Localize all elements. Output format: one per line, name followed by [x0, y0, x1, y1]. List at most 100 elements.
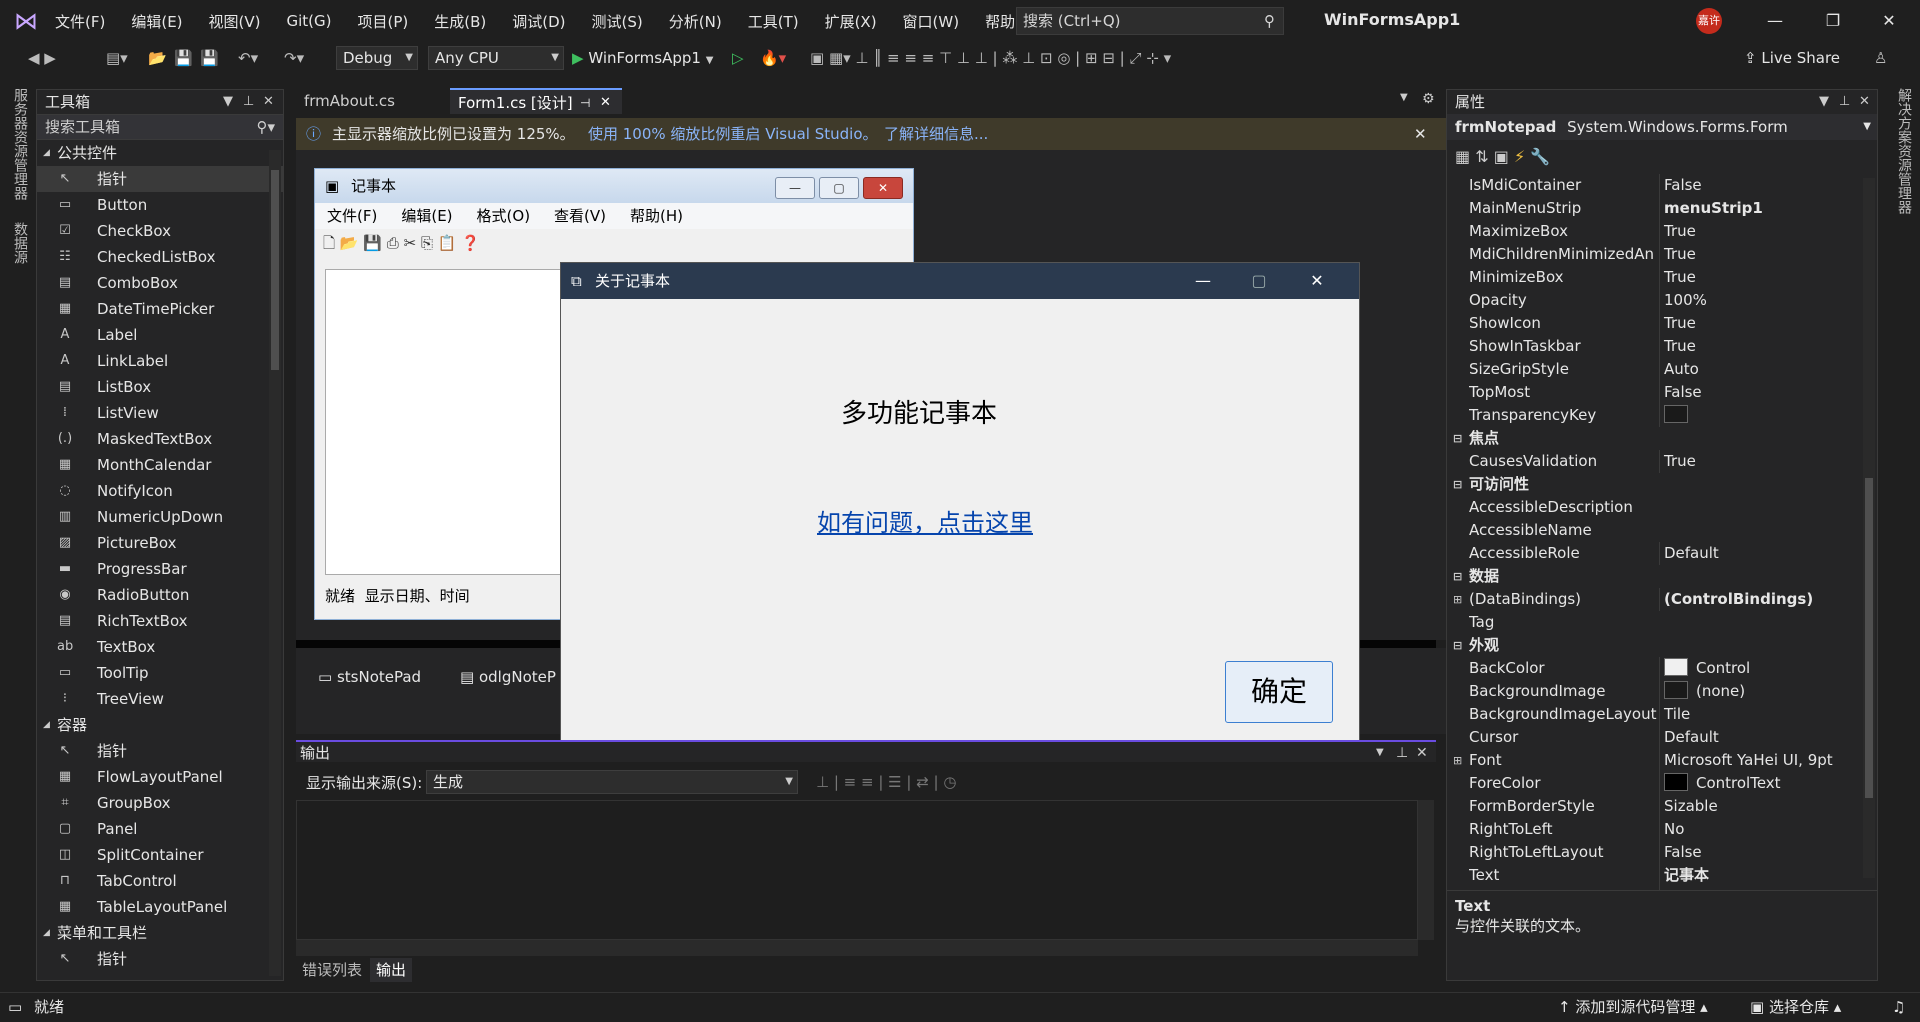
menu-item[interactable]: 测试(S) — [579, 11, 656, 32]
toolbox-item[interactable]: ☑ CheckBox — [37, 218, 283, 244]
close-icon[interactable]: ✕ — [1859, 90, 1870, 114]
toolbox-item[interactable]: ▭ ToolTip — [37, 660, 283, 686]
properties-scrollbar[interactable] — [1863, 178, 1875, 878]
property-row[interactable]: SizeGripStyle Auto — [1447, 358, 1877, 381]
property-row[interactable]: ShowInTaskbar True — [1447, 335, 1877, 358]
new-project-icon[interactable]: ▤▾ — [106, 46, 128, 70]
open-icon[interactable]: 📂 — [148, 46, 167, 70]
toolbox-item[interactable]: ▬ ProgressBar — [37, 556, 283, 582]
toolbox-item[interactable]: ⁝ TreeView — [37, 686, 283, 712]
redo-icon[interactable]: ↷▾ — [284, 46, 304, 70]
property-value[interactable]: 100% — [1659, 289, 1860, 312]
pin-icon[interactable]: ⊥ — [243, 90, 254, 114]
property-pages-icon[interactable]: 🔧 — [1530, 147, 1550, 166]
learn-more-link[interactable]: 了解详细信息... — [884, 118, 988, 150]
toolbox-item[interactable]: ↖ 指针 — [37, 946, 283, 972]
properties-icon[interactable]: ▣ — [1494, 147, 1509, 166]
menu-item[interactable]: Git(G) — [274, 12, 345, 30]
start-debug-button[interactable]: ▶ WinFormsApp1 ▼ — [572, 46, 713, 70]
gear-icon[interactable]: ⚙ — [1422, 91, 1435, 107]
toolbox-search-input[interactable]: 搜索工具箱 ⚲▾ — [37, 114, 283, 140]
tab-output[interactable]: 输出 — [370, 958, 413, 982]
property-value[interactable]: (none) — [1659, 680, 1860, 703]
toolbox-item[interactable]: ▤ RichTextBox — [37, 608, 283, 634]
scrollbar-thumb[interactable] — [271, 170, 279, 370]
property-row[interactable]: Opacity 100% — [1447, 289, 1877, 312]
search-input[interactable]: 搜索 (Ctrl+Q) ⚲ — [1016, 7, 1284, 35]
toolbox-group-header[interactable]: 公共控件 — [37, 140, 283, 166]
toolbox-item[interactable]: ⁞ ListView — [37, 400, 283, 426]
toolbox-item[interactable]: ab TextBox — [37, 634, 283, 660]
toolbox-item[interactable]: ▤ ListBox — [37, 374, 283, 400]
hot-reload-icon[interactable]: 🔥▾ — [760, 46, 786, 70]
menu-item[interactable]: 生成(B) — [421, 11, 499, 32]
toolbox-item[interactable]: ▢ Panel — [37, 816, 283, 842]
property-row[interactable]: MaximizeBox True — [1447, 220, 1877, 243]
property-row[interactable]: AccessibleDescription — [1447, 496, 1877, 519]
property-row[interactable]: Text 记事本 — [1447, 864, 1877, 887]
tray-item-stsnotepad[interactable]: ▭ stsNotePad — [318, 668, 421, 686]
toolbox-item[interactable]: A LinkLabel — [37, 348, 283, 374]
toolbox-item[interactable]: ◌ NotifyIcon — [37, 478, 283, 504]
property-value[interactable]: True — [1659, 220, 1860, 243]
property-row[interactable]: MainMenuStrip menuStrip1 — [1447, 197, 1877, 220]
property-value[interactable]: No — [1659, 818, 1860, 841]
property-value[interactable]: Tile — [1659, 703, 1860, 726]
user-avatar[interactable]: 嘉许 — [1696, 8, 1722, 34]
tab-form1-design[interactable]: Form1.cs [设计] ⊣ ✕ — [450, 88, 622, 114]
notifications-icon[interactable]: ♫ — [1892, 993, 1905, 1021]
menu-item[interactable]: 分析(N) — [656, 11, 735, 32]
save-all-icon[interactable]: 💾 — [200, 46, 219, 70]
menu-item[interactable]: 工具(T) — [735, 11, 812, 32]
toolbox-scrollbar[interactable] — [269, 150, 281, 976]
property-row[interactable]: ForeColor ControlText — [1447, 772, 1877, 795]
tray-item-odlgnote[interactable]: ▤ odlgNoteP — [460, 668, 556, 686]
toolbar-icons[interactable]: ▣ ▦▾ ⊥ ║ ≡ ≡ ≡ ⊤ ⊥ ⊥ | ⁂ ⊥ ⊡ ◎ | ⊞ ⊟ | ⤢… — [810, 46, 1171, 70]
property-row[interactable]: Tag — [1447, 611, 1877, 634]
save-icon[interactable]: 💾 — [174, 46, 193, 70]
data-sources-tab[interactable]: 数据源 — [10, 222, 30, 264]
close-icon[interactable]: ✕ — [1416, 742, 1428, 764]
server-explorer-tab[interactable]: 服务器资源管理器 — [10, 88, 30, 200]
property-value[interactable]: True — [1659, 312, 1860, 335]
property-category[interactable]: ⊟ 可访问性 — [1447, 473, 1877, 496]
add-source-control-button[interactable]: ↑ 添加到源代码管理 ▴ — [1558, 993, 1708, 1021]
property-value[interactable]: False — [1659, 381, 1860, 404]
help-link[interactable]: 如有问题，点击这里 — [817, 503, 1033, 538]
property-value[interactable]: ControlText — [1659, 772, 1860, 795]
collapse-icon[interactable]: ⊟ — [1453, 565, 1462, 588]
property-row[interactable]: MdiChildrenMinimizedAn True — [1447, 243, 1877, 266]
property-value[interactable]: Microsoft YaHei UI, 9pt — [1659, 749, 1860, 772]
property-value[interactable]: Default — [1659, 542, 1860, 565]
property-row[interactable]: AccessibleRole Default — [1447, 542, 1877, 565]
property-row[interactable]: RightToLeftLayout False — [1447, 841, 1877, 864]
tab-list-icon[interactable]: ▼ — [1400, 92, 1408, 103]
property-row[interactable]: RightToLeft No — [1447, 818, 1877, 841]
live-share-button[interactable]: ⇪ Live Share — [1744, 46, 1840, 70]
minimize-icon[interactable]: — — [1752, 6, 1798, 36]
expand-icon[interactable]: ⊞ — [1453, 749, 1462, 772]
property-row[interactable]: MinimizeBox True — [1447, 266, 1877, 289]
toolbox-item[interactable]: ▦ DateTimePicker — [37, 296, 283, 322]
back-icon[interactable]: ◀ ▶ — [28, 46, 56, 70]
property-value[interactable]: Sizable — [1659, 795, 1860, 818]
object-selector[interactable]: frmNotepad System.Windows.Forms.Form ▼ — [1447, 114, 1877, 140]
menu-item[interactable]: 视图(V) — [196, 11, 274, 32]
restart-at-100-link[interactable]: 使用 100% 缩放比例重启 Visual Studio。 — [588, 118, 878, 150]
property-category[interactable]: ⊟ 外观 — [1447, 634, 1877, 657]
scrollbar-thumb[interactable] — [1865, 478, 1873, 798]
output-hscrollbar[interactable] — [296, 940, 1418, 956]
panel-menu-icon[interactable]: ▼ — [223, 90, 233, 114]
restore-icon[interactable]: ❐ — [1810, 6, 1856, 36]
property-value[interactable]: menuStrip1 — [1659, 197, 1860, 220]
property-value[interactable]: Auto — [1659, 358, 1860, 381]
property-value[interactable]: 记事本 — [1659, 864, 1860, 887]
toolbox-item[interactable]: ◫ SplitContainer — [37, 842, 283, 868]
toolbox-item[interactable]: ▭ Button — [37, 192, 283, 218]
property-row[interactable]: IsMdiContainer False — [1447, 174, 1877, 197]
property-value[interactable]: Control — [1659, 657, 1860, 680]
pin-icon[interactable]: ⊣ — [580, 90, 590, 116]
toolbox-item[interactable]: ↖ 指针 — [37, 738, 283, 764]
ok-button[interactable]: 确定 — [1225, 661, 1333, 723]
property-row[interactable]: BackgroundImage (none) — [1447, 680, 1877, 703]
